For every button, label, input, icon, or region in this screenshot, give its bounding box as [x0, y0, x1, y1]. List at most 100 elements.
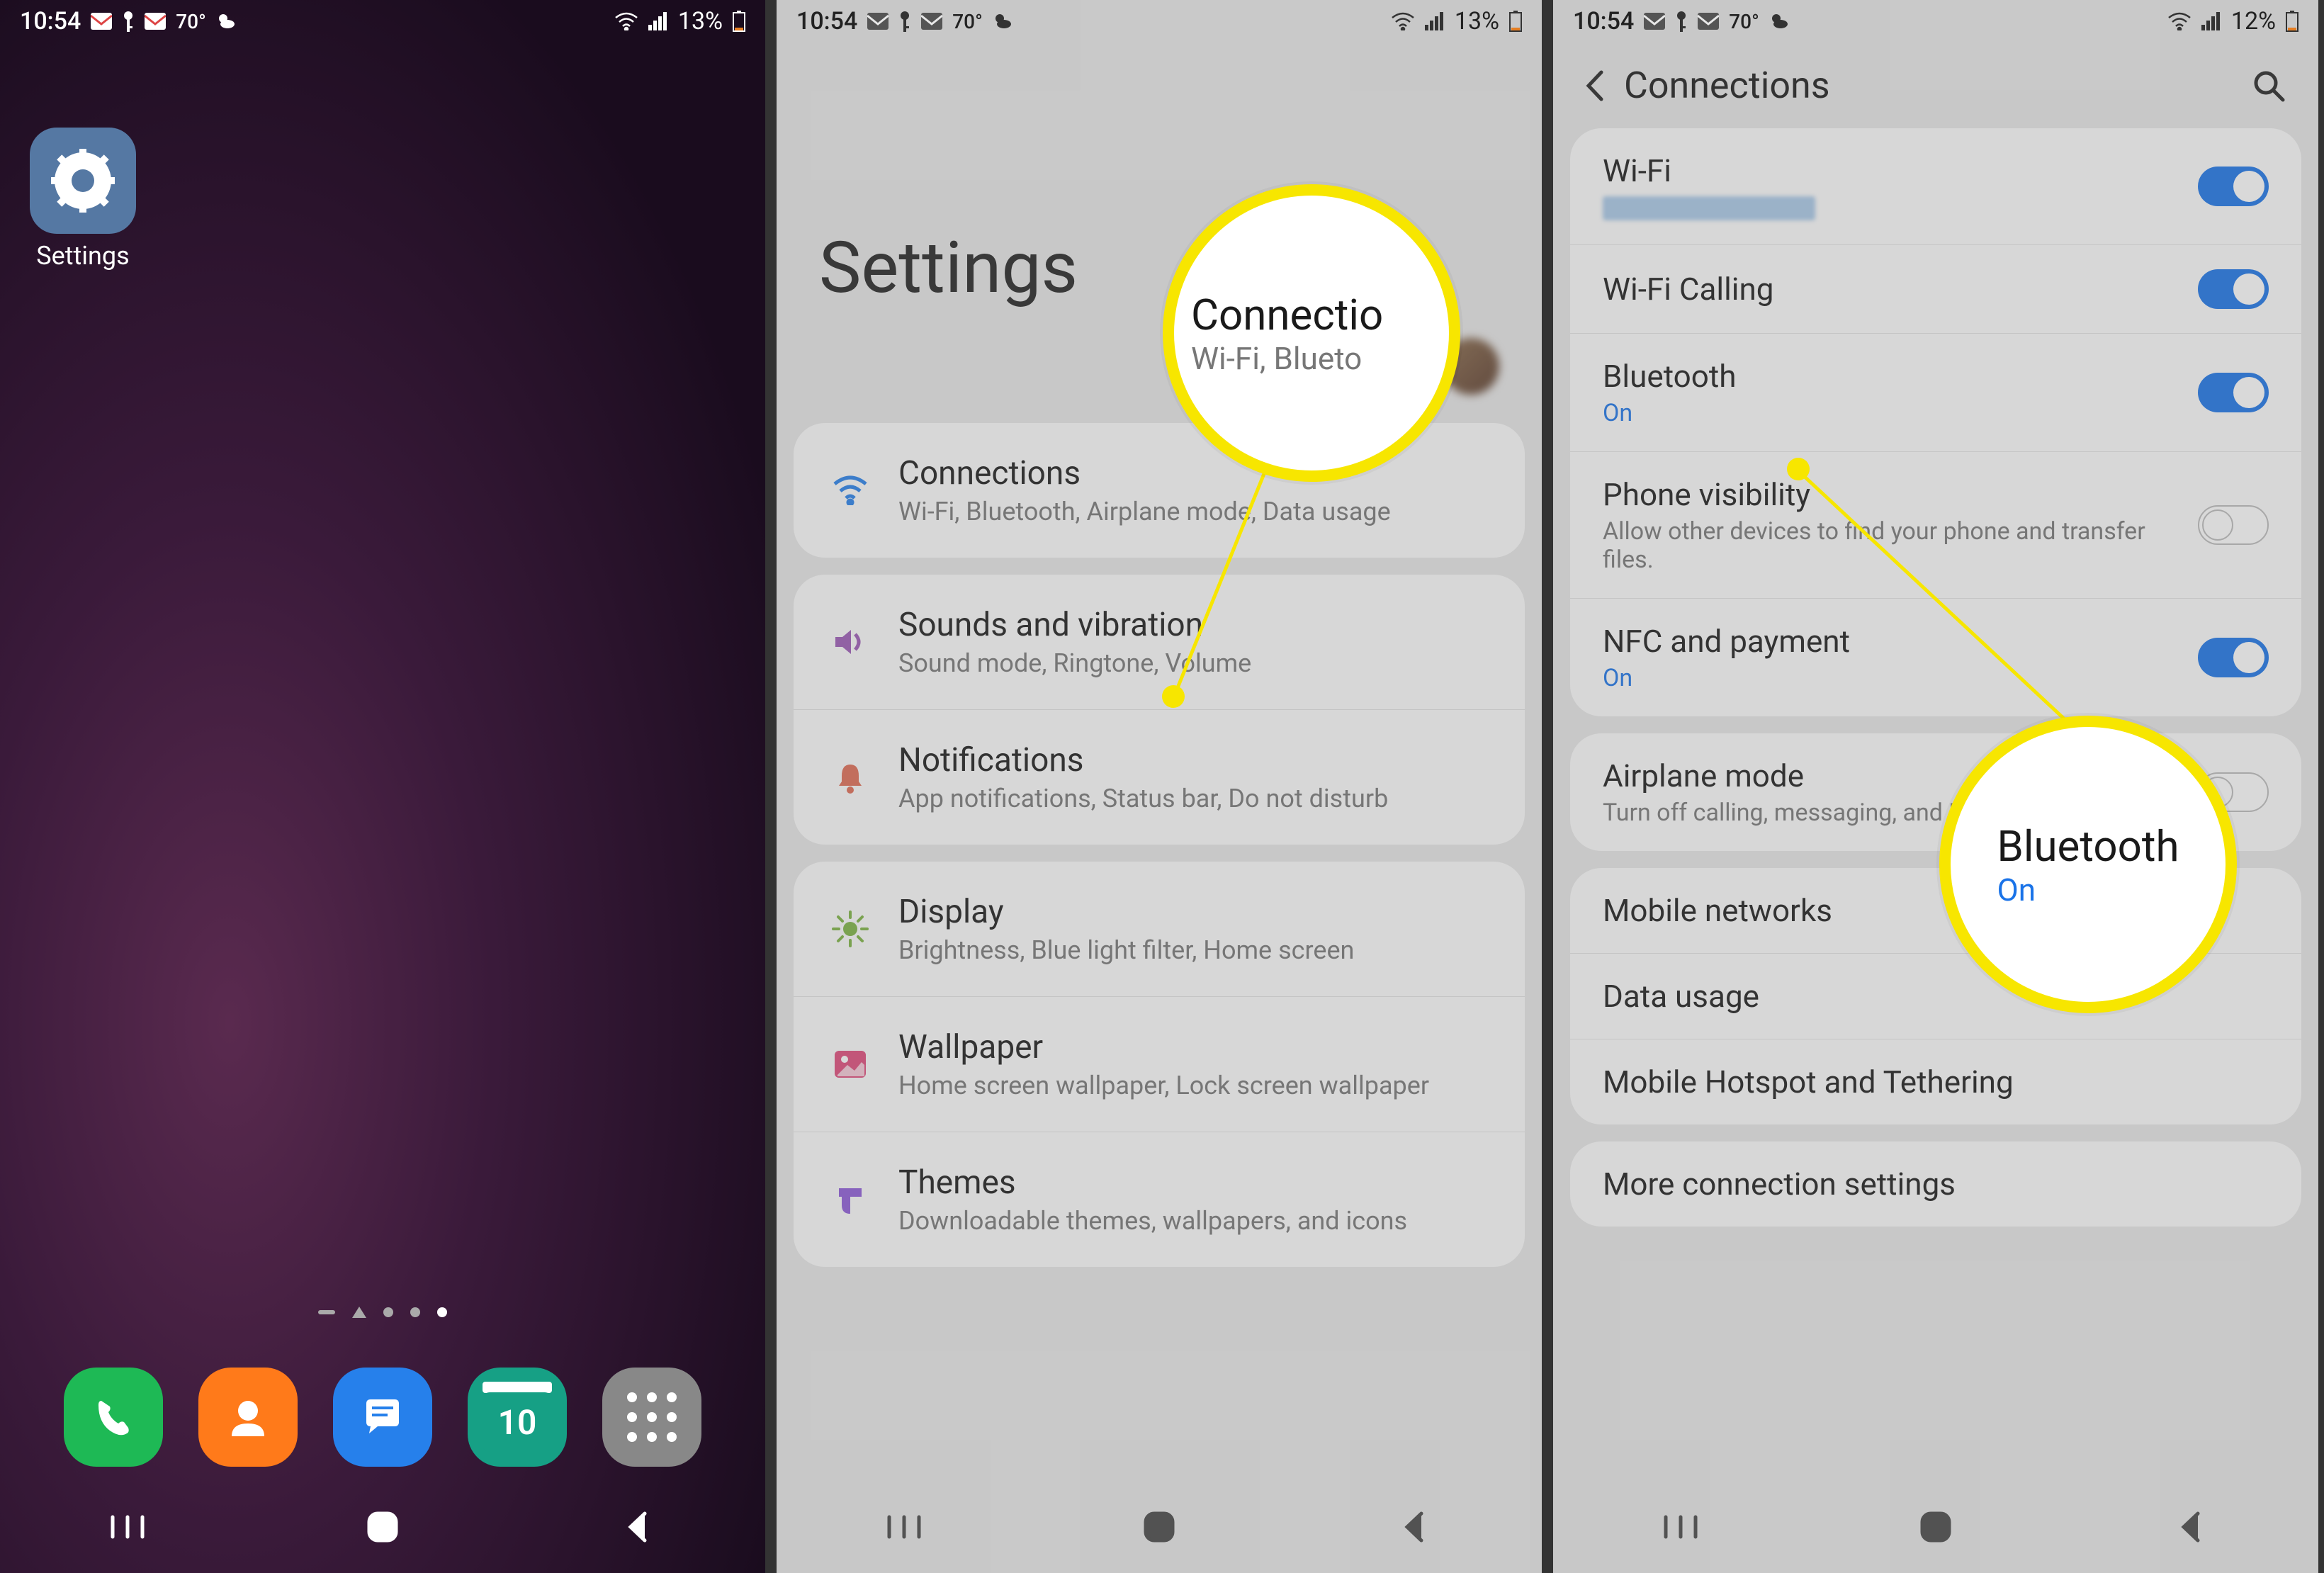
toggle-phone-visibility[interactable]	[2198, 505, 2269, 545]
settings-app-icon[interactable]: Settings	[30, 128, 136, 271]
wifi-icon	[829, 469, 872, 512]
row-title: Display	[898, 893, 1489, 931]
gmail-icon	[145, 13, 166, 30]
contacts-app-icon[interactable]	[198, 1368, 298, 1467]
sun-icon	[829, 908, 872, 950]
gmail-icon	[1698, 13, 1719, 30]
conn-row-bluetooth[interactable]: Bluetooth On	[1570, 333, 2301, 451]
callout-bluetooth: Bluetooth On	[1939, 716, 2237, 1013]
nav-bar	[0, 1481, 765, 1573]
nav-recents[interactable]	[879, 1502, 929, 1552]
sound-icon	[829, 621, 872, 663]
conn-row-more-connection-settings[interactable]: More connection settings	[1570, 1141, 2301, 1227]
nav-home[interactable]	[1134, 1502, 1184, 1552]
status-bar: 10:54 70° 13%	[777, 0, 1542, 43]
panel-connections: 10:54 70° 12% Connections Wi-Fi Wi-Fi Ca…	[1553, 0, 2318, 1573]
row-sub: Brightness, Blue light filter, Home scre…	[898, 935, 1489, 965]
settings-row-themes[interactable]: Themes Downloadable themes, wallpapers, …	[794, 1132, 1525, 1267]
nav-back[interactable]	[1389, 1502, 1439, 1552]
page-indicator[interactable]	[0, 1307, 765, 1318]
settings-app-label: Settings	[36, 241, 129, 271]
row-title: Wallpaper	[898, 1028, 1489, 1066]
gmail-icon	[1644, 13, 1665, 30]
callout-connections: Connectio Wi-Fi, Blueto	[1163, 184, 1460, 482]
nav-home[interactable]	[1911, 1502, 1961, 1552]
callout-sub: Wi-Fi, Blueto	[1191, 340, 1449, 377]
callout-anchor-dot	[1162, 685, 1185, 708]
row-sub: Wi-Fi, Bluetooth, Airplane mode, Data us…	[898, 497, 1489, 526]
bell-icon	[829, 756, 872, 799]
row-sub: Sound mode, Ringtone, Volume	[898, 648, 1489, 678]
search-icon[interactable]	[2247, 69, 2290, 103]
toggle-wi-fi-calling[interactable]	[2198, 269, 2269, 309]
status-battery-pct: 12%	[2231, 7, 2276, 35]
conn-row-phone-visibility[interactable]: Phone visibility Allow other devices to …	[1570, 451, 2301, 598]
toggle-wi-fi[interactable]	[2198, 167, 2269, 206]
battery-icon	[733, 11, 745, 32]
connections-card: Wi-Fi Wi-Fi Calling Bluetooth On Phone v…	[1570, 128, 2301, 716]
settings-row-wallpaper[interactable]: Wallpaper Home screen wallpaper, Lock sc…	[794, 996, 1525, 1132]
weather-icon	[216, 11, 236, 31]
row-sub: App notifications, Status bar, Do not di…	[898, 784, 1489, 813]
status-battery-pct: 13%	[1455, 7, 1499, 35]
conn-row-mobile-hotspot-and-tethering[interactable]: Mobile Hotspot and Tethering	[1570, 1039, 2301, 1124]
row-title: Connections	[898, 454, 1489, 492]
conn-row-nfc-and-payment[interactable]: NFC and payment On	[1570, 598, 2301, 716]
toggle-nfc-and-payment[interactable]	[2198, 638, 2269, 677]
panel-home: 10:54 70° 13% Settings 1	[0, 0, 765, 1573]
wifi-icon	[1391, 12, 1415, 30]
status-bar: 10:54 70° 13%	[0, 0, 765, 43]
status-temp: 70°	[952, 10, 983, 33]
signal-icon	[648, 12, 668, 30]
row-title: Themes	[898, 1163, 1489, 1202]
row-title: NFC and payment	[1603, 623, 2198, 660]
connections-card: More connection settings	[1570, 1141, 2301, 1227]
settings-row-connections[interactable]: Connections Wi-Fi, Bluetooth, Airplane m…	[794, 423, 1525, 558]
wifi-icon	[2167, 12, 2192, 30]
nav-recents[interactable]	[1656, 1502, 1705, 1552]
status-battery-pct: 13%	[678, 7, 723, 35]
calendar-day: 10	[483, 1392, 552, 1452]
toggle-bluetooth[interactable]	[2198, 373, 2269, 412]
page-title: Connections	[1617, 64, 2247, 107]
row-sub: Downloadable themes, wallpapers, and ico…	[898, 1206, 1489, 1236]
conn-row-wi-fi-calling[interactable]: Wi-Fi Calling	[1570, 244, 2301, 333]
row-title: Phone visibility	[1603, 476, 2198, 513]
row-title: Bluetooth	[1603, 358, 2198, 395]
settings-list: Connections Wi-Fi, Bluetooth, Airplane m…	[777, 423, 1542, 1267]
row-title: Notifications	[898, 741, 1489, 779]
nav-back[interactable]	[2166, 1502, 2216, 1552]
connections-list: Wi-Fi Wi-Fi Calling Bluetooth On Phone v…	[1553, 128, 2318, 1227]
settings-card: Display Brightness, Blue light filter, H…	[794, 862, 1525, 1267]
row-title: More connection settings	[1603, 1166, 2269, 1202]
phone-app-icon[interactable]	[64, 1368, 163, 1467]
row-title: Wi-Fi	[1603, 152, 2198, 189]
nav-home[interactable]	[358, 1502, 407, 1552]
back-button[interactable]	[1574, 68, 1617, 103]
settings-row-notifications[interactable]: Notifications App notifications, Status …	[794, 709, 1525, 845]
battery-icon	[2286, 11, 2298, 32]
status-bar: 10:54 70° 12%	[1553, 0, 2318, 43]
conn-row-wi-fi[interactable]: Wi-Fi	[1570, 128, 2301, 244]
callout-sub: On	[1997, 872, 2179, 908]
settings-row-sounds-and-vibration[interactable]: Sounds and vibration Sound mode, Rington…	[794, 575, 1525, 709]
dock: 10	[0, 1368, 765, 1467]
key-icon	[898, 11, 911, 32]
callout-title: Connectio	[1191, 290, 1449, 340]
apps-drawer-icon[interactable]	[602, 1368, 701, 1467]
connections-header: Connections	[1553, 43, 2318, 128]
messages-app-icon[interactable]	[333, 1368, 432, 1467]
status-time: 10:54	[796, 7, 857, 35]
signal-icon	[2201, 12, 2221, 30]
nav-back[interactable]	[613, 1502, 662, 1552]
signal-icon	[1425, 12, 1445, 30]
calendar-app-icon[interactable]: 10	[468, 1368, 567, 1467]
panel-settings: 10:54 70° 13% Settings Connections Wi-Fi…	[777, 0, 1542, 1573]
settings-row-display[interactable]: Display Brightness, Blue light filter, H…	[794, 862, 1525, 996]
row-sub: On	[1603, 399, 2198, 427]
gear-icon	[51, 149, 115, 213]
battery-icon	[1509, 11, 1522, 32]
gmail-icon	[91, 13, 112, 30]
nav-recents[interactable]	[103, 1502, 152, 1552]
wifi-network-name-redacted	[1603, 196, 1815, 220]
